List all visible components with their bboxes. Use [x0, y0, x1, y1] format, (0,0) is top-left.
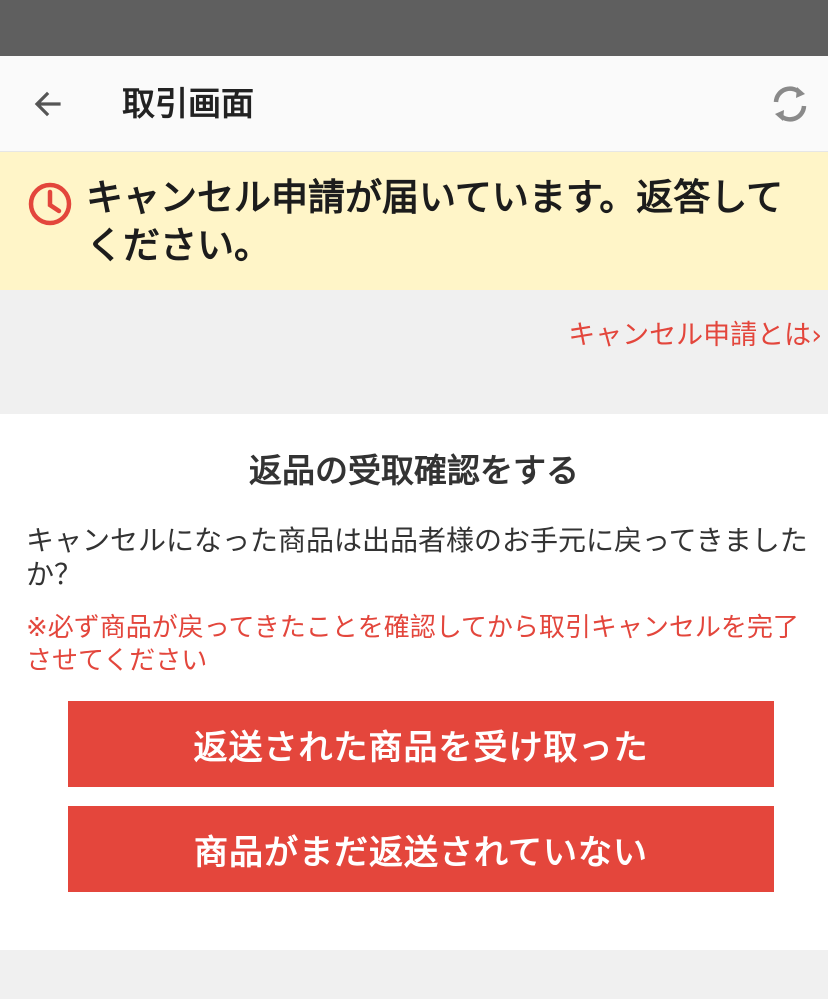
clock-icon	[28, 182, 72, 226]
card-title: 返品の受取確認をする	[249, 451, 579, 490]
refresh-button[interactable]	[764, 78, 816, 130]
received-return-button[interactable]: 返送された商品を受け取った	[68, 701, 774, 787]
return-question-text: キャンセルになった商品は出品者様のお手元に戻ってきましたか？	[26, 524, 808, 591]
cancel-request-help-link[interactable]: キャンセル申請とは›	[568, 316, 822, 356]
page-title: 取引画面	[122, 84, 254, 123]
arrow-left-icon	[34, 91, 61, 117]
status-bar	[0, 0, 828, 56]
warning-text: ※必ず商品が戻ってきたことを確認してから取引キャンセルを完了させてください	[26, 613, 799, 676]
chevron-right-icon: ›	[811, 320, 822, 351]
app-bar: 取引画面	[0, 56, 828, 152]
refresh-icon	[773, 86, 807, 122]
back-button[interactable]	[24, 80, 72, 128]
not-returned-button[interactable]: 商品がまだ返送されていない	[68, 806, 774, 892]
notice-message: キャンセル申請が届いています。返答してください。	[86, 176, 784, 267]
help-link-label: キャンセル申請とは	[568, 320, 812, 351]
